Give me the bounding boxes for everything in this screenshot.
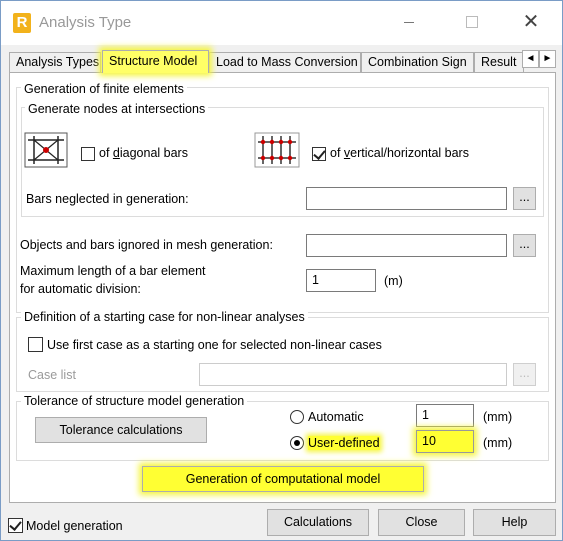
max-length-label-line1: Maximum length of a bar element — [20, 264, 206, 278]
close-icon[interactable]: ✕ — [516, 11, 546, 33]
case-list-browse-button[interactable]: ... — [513, 363, 536, 386]
vertical-horizontal-bars-checkbox[interactable] — [312, 147, 326, 161]
user-defined-tolerance-input[interactable]: 10 — [416, 430, 474, 453]
objects-ignored-input[interactable] — [306, 234, 507, 257]
case-list-label: Case list — [28, 368, 76, 382]
objects-ignored-label: Objects and bars ignored in mesh generat… — [20, 238, 273, 252]
objects-ignored-browse-button[interactable]: ... — [513, 234, 536, 257]
bars-neglected-input[interactable] — [306, 187, 507, 210]
case-list-input[interactable] — [199, 363, 507, 386]
robot-app-icon: R — [13, 13, 31, 33]
diagonal-bars-icon — [24, 132, 68, 168]
user-defined-label: User-defined — [308, 436, 380, 450]
model-generation-label: Model generation — [26, 519, 123, 533]
tab-scroll-left-icon[interactable]: ◄ — [522, 50, 539, 68]
use-first-case-checkbox[interactable] — [28, 337, 43, 352]
title-bar: R Analysis Type ✕ — [1, 1, 562, 45]
maximize-icon[interactable] — [457, 11, 487, 33]
model-generation-checkbox[interactable] — [8, 518, 23, 533]
user-defined-unit: (mm) — [483, 436, 513, 450]
calculations-button[interactable]: Calculations — [267, 509, 369, 536]
tolerance-calculations-button[interactable]: Tolerance calculations — [35, 417, 207, 443]
max-length-unit: (m) — [384, 274, 403, 288]
generation-computational-model-button[interactable]: Generation of computational model — [142, 466, 424, 492]
user-defined-radio[interactable] — [290, 436, 304, 450]
max-length-label-line2: for automatic division: — [20, 282, 141, 296]
bars-neglected-label: Bars neglected in generation: — [26, 192, 189, 206]
help-button[interactable]: Help — [473, 509, 556, 536]
analysis-type-dialog: R Analysis Type ✕ Analysis Types Structu… — [0, 0, 563, 541]
tab-scroll-right-icon[interactable]: ► — [539, 50, 556, 68]
tab-structure-model[interactable]: Structure Model — [102, 50, 209, 73]
tolerance-group-title: Tolerance of structure model generation — [21, 394, 248, 408]
close-button[interactable]: Close — [378, 509, 465, 536]
diagonal-bars-checkbox[interactable] — [81, 147, 95, 161]
tab-load-to-mass-conversion[interactable]: Load to Mass Conversion — [209, 52, 361, 72]
vertical-horizontal-bars-icon — [254, 132, 300, 168]
automatic-unit: (mm) — [483, 410, 513, 424]
automatic-label: Automatic — [308, 410, 364, 424]
window-title: Analysis Type — [39, 14, 132, 31]
vertical-horizontal-bars-label: of vertical/horizontal bars — [330, 146, 469, 160]
tab-combination-sign[interactable]: Combination Sign — [361, 52, 474, 72]
nonlinear-group-title: Definition of a starting case for non-li… — [21, 310, 308, 324]
minimize-icon[interactable] — [394, 11, 424, 33]
automatic-tolerance-input[interactable]: 1 — [416, 404, 474, 427]
automatic-radio[interactable] — [290, 410, 304, 424]
use-first-case-label: Use first case as a starting one for sel… — [47, 338, 382, 352]
tab-result[interactable]: Result — [474, 52, 524, 72]
bars-neglected-browse-button[interactable]: ... — [513, 187, 536, 210]
structure-model-panel: Generation of finite elements Generate n… — [9, 72, 556, 503]
tab-scroll-arrows: ◄ ► — [522, 50, 556, 68]
nodes-group-title: Generate nodes at intersections — [25, 102, 209, 116]
tab-analysis-types[interactable]: Analysis Types — [9, 52, 101, 72]
diagonal-bars-label: of diagonal bars — [99, 146, 188, 160]
max-length-input[interactable]: 1 — [306, 269, 376, 292]
finite-elements-title: Generation of finite elements — [21, 82, 187, 96]
